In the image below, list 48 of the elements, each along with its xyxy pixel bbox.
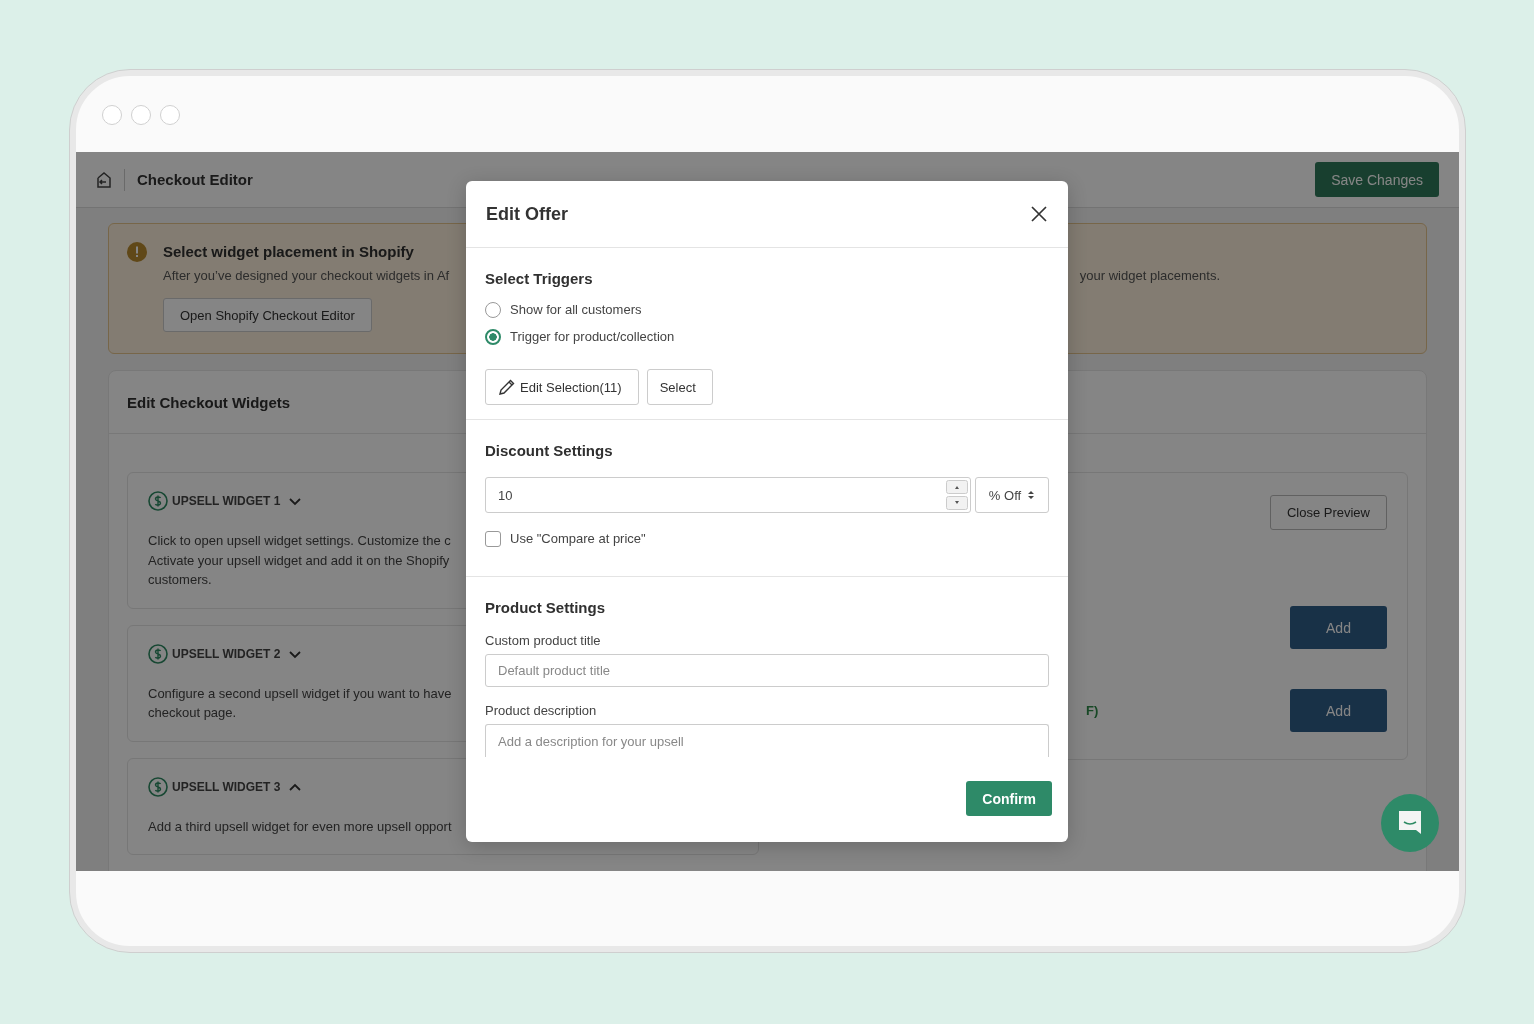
banner-text: your widget placements. xyxy=(1079,268,1220,283)
widget-title: UPSELL WIDGET 3 xyxy=(172,779,281,794)
close-preview-button[interactable]: Close Preview xyxy=(1269,495,1387,530)
pencil-icon xyxy=(498,378,516,396)
window-dot-icon xyxy=(131,105,151,125)
edit-selection-button[interactable]: Edit Selection(11) xyxy=(485,369,639,405)
radio-label: Trigger for product/collection xyxy=(510,329,675,344)
offer-text: F) xyxy=(1086,703,1099,718)
checkbox[interactable] xyxy=(485,530,501,547)
add-button[interactable]: Add xyxy=(1290,606,1387,649)
up-down-caret-icon xyxy=(1027,489,1036,501)
unit-select[interactable]: % Off xyxy=(975,477,1049,513)
widget-title: UPSELL WIDGET 1 xyxy=(172,494,281,508)
text-field[interactable]: Default product title xyxy=(485,654,1049,688)
radio-button[interactable] xyxy=(485,328,501,345)
dollar-icon xyxy=(148,643,168,664)
dollar-icon xyxy=(148,491,168,511)
banner-title: Select widget placement in Shopify xyxy=(163,243,415,260)
chevron-up-icon[interactable] xyxy=(288,781,303,792)
discount-input[interactable]: 10 xyxy=(485,477,971,513)
warning-icon xyxy=(127,242,147,262)
window-dot-icon xyxy=(102,105,122,125)
dialog-title: Edit Offer xyxy=(486,203,568,225)
save-button[interactable]: Save Changes xyxy=(1315,162,1439,197)
dollar-icon xyxy=(148,776,168,797)
chevron-down-icon[interactable] xyxy=(288,496,303,506)
field-label: Product description xyxy=(485,703,598,719)
field-label: Custom product title xyxy=(485,633,602,648)
text-field[interactable]: Add a description for your upsell xyxy=(485,724,1049,757)
widget-description: Configure a second upsell widget if you want to have checkout page. xyxy=(148,684,452,722)
page-title: Checkout Editor xyxy=(137,171,253,188)
widget-title: UPSELL WIDGET 2 xyxy=(172,646,281,661)
widget-description: Add a third upsell widget for even more upsell opport xyxy=(148,817,452,836)
exit-icon[interactable] xyxy=(94,169,114,190)
close-icon[interactable] xyxy=(1030,205,1048,223)
select-button[interactable]: Select xyxy=(646,369,713,405)
banner-text: After you’ve designed your checkout widgets in Af xyxy=(163,268,450,283)
card-title: Edit Checkout Widgets xyxy=(127,393,291,411)
section-heading: Discount Settings xyxy=(485,442,614,459)
widget-description: Click to open upsell widget settings. Customize the c Activate your upsell widget and add it on the Shopify customers. xyxy=(148,532,451,589)
section-heading: Select Triggers xyxy=(485,270,594,287)
confirm-button[interactable]: Confirm xyxy=(966,781,1052,816)
open-editor-button[interactable]: Open Shopify Checkout Editor xyxy=(163,298,372,332)
window-dot-icon xyxy=(160,105,180,125)
chevron-down-icon[interactable] xyxy=(288,648,303,659)
checkbox-label: Use "Compare at price" xyxy=(510,531,646,546)
add-button[interactable]: Add xyxy=(1290,689,1387,732)
radio-label: Show for all customers xyxy=(510,302,642,317)
